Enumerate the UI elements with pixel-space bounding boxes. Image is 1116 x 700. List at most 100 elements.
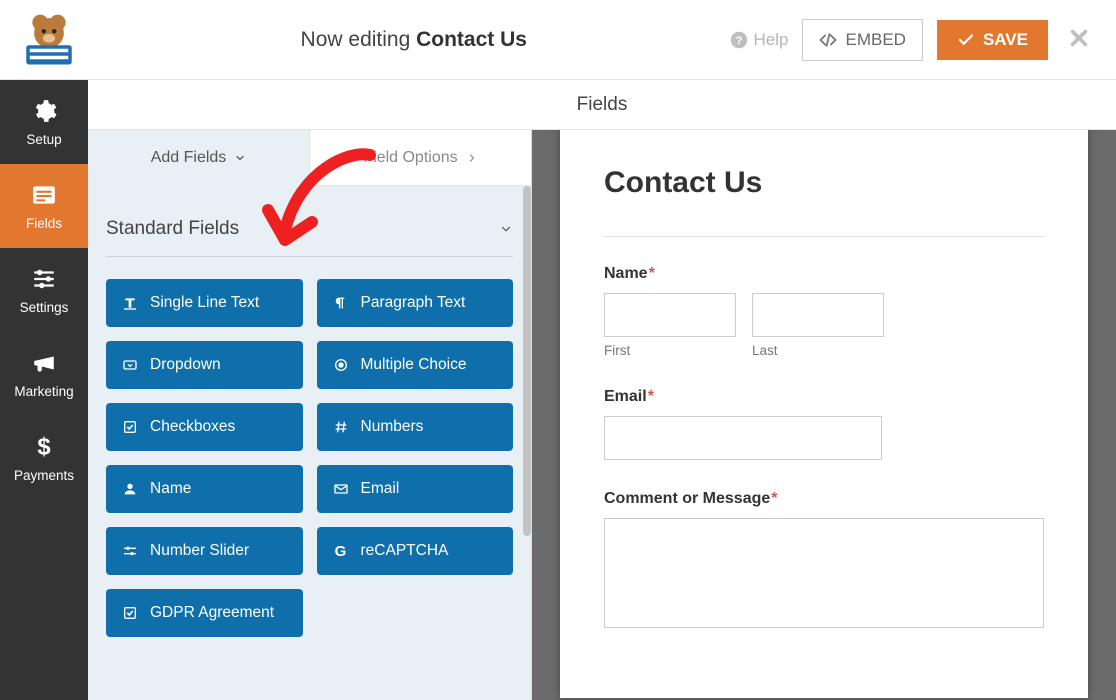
radio-icon: [333, 357, 349, 373]
form-title: Contact Us: [604, 166, 1044, 200]
field-label: Single Line Text: [150, 294, 259, 312]
dropdown-icon: [122, 357, 138, 373]
tab-label: Field Options: [363, 149, 457, 167]
first-name-input[interactable]: [604, 293, 736, 337]
section-standard-fields[interactable]: Standard Fields: [106, 204, 513, 257]
sidebar-item-fields[interactable]: Fields: [0, 164, 88, 248]
preview-area: Contact Us Name* First Last Email*: [532, 80, 1116, 700]
field-label: Paragraph Text: [361, 294, 466, 312]
field-number-slider[interactable]: Number Slider: [106, 527, 303, 575]
field-email[interactable]: Email: [317, 465, 514, 513]
sidebar-item-marketing[interactable]: Marketing: [0, 332, 88, 416]
code-icon: [819, 31, 837, 49]
field-dropdown[interactable]: Dropdown: [106, 341, 303, 389]
tab-field-options[interactable]: Field Options: [309, 130, 531, 186]
embed-button[interactable]: EMBED: [802, 19, 922, 61]
fields-panel: Fields Add Fields Field Options Standard…: [88, 80, 532, 700]
sublabel-first: First: [604, 343, 736, 358]
message-textarea[interactable]: [604, 518, 1044, 628]
tab-add-fields[interactable]: Add Fields: [88, 130, 309, 186]
sidebar-label: Payments: [14, 468, 74, 483]
svg-text:$: $: [37, 434, 50, 460]
chevron-down-icon: [234, 152, 246, 164]
save-label: SAVE: [983, 30, 1028, 50]
editing-title: Now editing Contact Us: [98, 28, 730, 52]
sidebar-label: Settings: [20, 300, 69, 315]
paragraph-icon: [333, 295, 349, 311]
field-label: Multiple Choice: [361, 356, 467, 374]
hash-icon: [333, 419, 349, 435]
sidebar-spacer: [0, 500, 88, 700]
help-icon: ?: [730, 31, 748, 49]
field-label: Dropdown: [150, 356, 221, 374]
form-preview: Contact Us Name* First Last Email*: [560, 126, 1088, 698]
label-text: Comment or Message: [604, 490, 770, 507]
panel-header-label: Fields: [577, 94, 628, 116]
label-text: Email: [604, 388, 647, 405]
label-text: Name: [604, 265, 648, 282]
field-label: Comment or Message*: [604, 490, 1044, 508]
app-logo: [0, 1, 98, 79]
preview-field-name[interactable]: Name* First Last: [604, 265, 1044, 358]
sidebar: Setup Fields Settings Marketing $ Paymen…: [0, 80, 88, 700]
tab-label: Add Fields: [151, 149, 227, 167]
last-name-input[interactable]: [752, 293, 884, 337]
top-bar-actions: ? Help EMBED SAVE: [730, 19, 1116, 61]
sidebar-label: Marketing: [14, 384, 73, 399]
text-icon: [122, 295, 138, 311]
checkbox-icon: [122, 605, 138, 621]
google-g-icon: G: [333, 543, 349, 559]
field-label: Email: [361, 480, 400, 498]
embed-label: EMBED: [845, 30, 905, 50]
checkbox-icon: [122, 419, 138, 435]
field-name[interactable]: Name: [106, 465, 303, 513]
field-checkboxes[interactable]: Checkboxes: [106, 403, 303, 451]
check-icon: [957, 31, 975, 49]
field-label: Email*: [604, 388, 1044, 406]
panel-body: Standard Fields Single Line Text Paragra…: [88, 186, 531, 655]
sublabel-last: Last: [752, 343, 884, 358]
divider: [604, 236, 1044, 237]
field-paragraph-text[interactable]: Paragraph Text: [317, 279, 514, 327]
field-grid: Single Line Text Paragraph Text Dropdown…: [106, 279, 513, 637]
field-gdpr-agreement[interactable]: GDPR Agreement: [106, 589, 303, 637]
field-label: Number Slider: [150, 542, 249, 560]
sidebar-item-settings[interactable]: Settings: [0, 248, 88, 332]
field-label: Name: [150, 480, 191, 498]
svg-text:?: ?: [735, 34, 742, 46]
panel-tabs: Add Fields Field Options: [88, 130, 531, 186]
preview-field-email[interactable]: Email*: [604, 388, 1044, 460]
chevron-down-icon: [499, 222, 513, 236]
sidebar-label: Fields: [26, 216, 62, 231]
section-label: Standard Fields: [106, 218, 239, 240]
dollar-icon: $: [31, 434, 57, 460]
required-indicator: *: [648, 388, 654, 405]
sidebar-item-payments[interactable]: $ Payments: [0, 416, 88, 500]
sliders-icon: [31, 266, 57, 292]
panel-header: Fields: [88, 80, 1116, 130]
field-label: reCAPTCHA: [361, 542, 449, 560]
sidebar-label: Setup: [26, 132, 61, 147]
close-button[interactable]: [1062, 23, 1096, 57]
email-input[interactable]: [604, 416, 882, 460]
field-label: Numbers: [361, 418, 424, 436]
save-button[interactable]: SAVE: [937, 20, 1048, 60]
envelope-icon: [333, 481, 349, 497]
field-numbers[interactable]: Numbers: [317, 403, 514, 451]
chevron-right-icon: [466, 152, 478, 164]
field-multiple-choice[interactable]: Multiple Choice: [317, 341, 514, 389]
field-label: Name*: [604, 265, 1044, 283]
preview-field-message[interactable]: Comment or Message*: [604, 490, 1044, 628]
form-icon: [31, 182, 57, 208]
editing-prefix: Now editing: [301, 28, 417, 51]
field-single-line-text[interactable]: Single Line Text: [106, 279, 303, 327]
close-icon: [1068, 27, 1090, 49]
user-icon: [122, 481, 138, 497]
scrollbar[interactable]: [523, 186, 531, 536]
main-area: Setup Fields Settings Marketing $ Paymen…: [0, 80, 1116, 700]
sidebar-item-setup[interactable]: Setup: [0, 80, 88, 164]
help-button[interactable]: ? Help: [730, 30, 789, 50]
top-bar: Now editing Contact Us ? Help EMBED SAVE: [0, 0, 1116, 80]
slider-icon: [122, 543, 138, 559]
field-recaptcha[interactable]: G reCAPTCHA: [317, 527, 514, 575]
